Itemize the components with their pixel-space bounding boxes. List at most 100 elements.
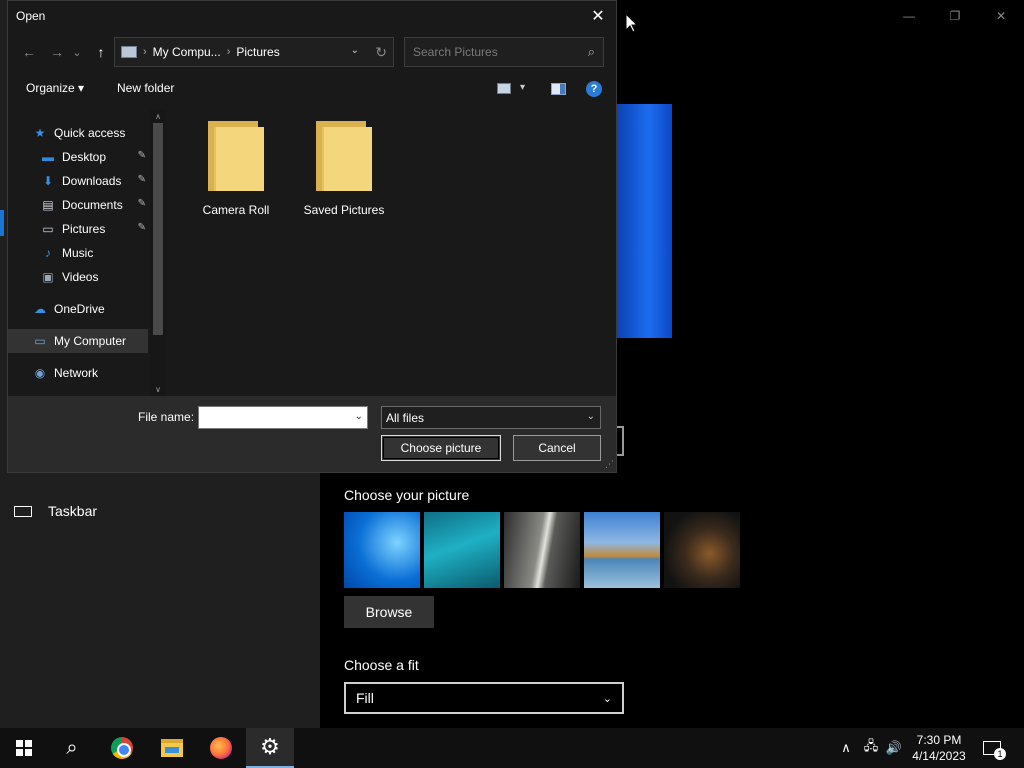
nav-item-label: Downloads xyxy=(62,174,122,188)
forward-arrow-icon[interactable]: → xyxy=(46,41,68,63)
file-type-dropdown[interactable]: All files ⌄ xyxy=(381,406,601,429)
nav-item-videos[interactable]: ▣ Videos xyxy=(40,265,146,289)
new-folder-button[interactable]: New folder xyxy=(117,81,174,95)
chevron-down-icon[interactable]: ⌄ xyxy=(355,411,363,422)
nav-pane-scrollbar[interactable]: ∧ ∨ xyxy=(150,109,166,396)
folder-item[interactable]: Camera Roll xyxy=(186,121,286,217)
desktop: Taskbar — ❐ ✕ Choose your picture Browse… xyxy=(0,0,1024,768)
file-name-label: File name: xyxy=(138,410,195,424)
search-icon: ⌕ xyxy=(587,44,595,59)
thumbnail-beach[interactable] xyxy=(584,512,660,588)
choose-picture-heading: Choose your picture xyxy=(344,487,470,503)
notification-icon: 1 xyxy=(983,741,1006,760)
change-view-icon[interactable] xyxy=(497,83,511,94)
file-name-input[interactable]: ⌄ xyxy=(198,406,368,429)
nav-item-documents[interactable]: ▤ Documents ✎ xyxy=(40,193,146,217)
nav-item-desktop[interactable]: ▬ Desktop ✎ xyxy=(40,145,146,169)
nav-item-network[interactable]: ◉ Network xyxy=(32,361,150,385)
nav-item-quick-access[interactable]: ★ Quick access xyxy=(32,121,150,145)
folder-item[interactable]: Saved Pictures xyxy=(294,121,394,217)
scroll-up-icon[interactable]: ∧ xyxy=(150,109,166,123)
close-icon[interactable]: ✕ xyxy=(584,3,612,29)
computer-icon: ▭ xyxy=(34,334,46,348)
cancel-button[interactable]: Cancel xyxy=(513,435,601,461)
show-hidden-icons[interactable]: ∧ xyxy=(836,728,856,768)
breadcrumb-my-computer[interactable]: My Compu... xyxy=(153,45,221,59)
folder-icon xyxy=(208,121,264,191)
maximize-button[interactable]: ❐ xyxy=(932,4,978,28)
thumbnail-rock[interactable] xyxy=(504,512,580,588)
start-button[interactable] xyxy=(0,728,48,768)
thumbnail-windows[interactable] xyxy=(344,512,420,588)
scroll-thumb[interactable] xyxy=(153,123,163,335)
thumbnail-night-sky[interactable] xyxy=(664,512,740,588)
pin-icon: ✎ xyxy=(137,150,146,161)
desktop-icon: ▬ xyxy=(42,150,54,164)
browse-button[interactable]: Browse xyxy=(344,596,434,628)
resize-grip-icon[interactable]: ⋰ xyxy=(605,459,614,470)
action-center-button[interactable]: 1 xyxy=(980,736,1006,760)
choose-picture-button[interactable]: Choose picture xyxy=(381,435,501,461)
notification-badge: 1 xyxy=(994,748,1006,760)
pictures-icon: ▭ xyxy=(42,222,54,236)
search-icon[interactable]: ⌕ xyxy=(48,728,96,768)
gear-icon: ⚙ xyxy=(260,734,280,759)
nav-item-label: Videos xyxy=(62,270,99,284)
pin-icon: ✎ xyxy=(137,174,146,185)
chrome-icon[interactable] xyxy=(98,728,146,768)
chevron-down-icon[interactable]: ⌄ xyxy=(351,45,359,56)
address-bar[interactable]: › My Compu... › Pictures ⌄ ↻ xyxy=(114,37,394,67)
nav-item-pictures[interactable]: ▭ Pictures ✎ xyxy=(40,217,146,241)
taskbar: ⌕ ⚙ ∧ 🖧 🔊 7:30 PM 4/14/2023 1 xyxy=(0,728,1024,768)
thumbnail-underwater[interactable] xyxy=(424,512,500,588)
preview-pane-icon[interactable] xyxy=(551,83,566,95)
clock[interactable]: 7:30 PM 4/14/2023 xyxy=(912,732,966,764)
file-type-value: All files xyxy=(386,410,425,425)
fit-dropdown[interactable]: Fill ⌄ xyxy=(344,682,624,714)
close-window-button[interactable]: ✕ xyxy=(978,4,1024,28)
clock-time: 7:30 PM xyxy=(916,733,962,747)
windows-logo-icon xyxy=(16,740,32,756)
breadcrumb-separator: › xyxy=(143,46,147,58)
scroll-down-icon[interactable]: ∨ xyxy=(150,382,166,396)
dialog-title: Open xyxy=(16,9,46,23)
nav-item-label: Desktop xyxy=(62,150,107,164)
search-placeholder: Search Pictures xyxy=(413,45,498,59)
nav-item-label: Network xyxy=(54,366,99,380)
cloud-icon: ☁ xyxy=(34,302,46,316)
breadcrumb-pictures[interactable]: Pictures xyxy=(236,45,279,59)
organize-button[interactable]: Organize ▾ xyxy=(26,81,84,95)
navigation-bar: ← → ⌄ ↑ › My Compu... › Pictures ⌄ ↻ Sea… xyxy=(8,37,616,67)
breadcrumb-separator: › xyxy=(226,46,231,58)
choose-fit-heading: Choose a fit xyxy=(344,657,419,673)
music-icon: ♪ xyxy=(45,246,51,260)
network-icon[interactable]: 🖧 xyxy=(860,728,882,768)
up-arrow-icon[interactable]: ↑ xyxy=(90,41,112,63)
file-explorer-icon[interactable] xyxy=(148,728,196,768)
videos-icon: ▣ xyxy=(42,270,54,284)
nav-item-label: Quick access xyxy=(54,126,126,140)
nav-item-music[interactable]: ♪ Music xyxy=(40,241,146,265)
network-icon: ◉ xyxy=(34,366,46,380)
settings-app-button[interactable]: ⚙ xyxy=(246,728,294,768)
back-arrow-icon[interactable]: ← xyxy=(18,41,40,63)
clock-date: 4/14/2023 xyxy=(912,749,966,763)
firefox-icon[interactable] xyxy=(197,728,245,768)
sidebar-item-taskbar[interactable]: Taskbar xyxy=(14,503,97,519)
help-icon[interactable]: ? xyxy=(586,81,602,97)
view-options-dropdown[interactable]: ▾ xyxy=(520,82,525,93)
volume-icon[interactable]: 🔊 xyxy=(884,728,904,768)
search-input[interactable]: Search Pictures ⌕ xyxy=(404,37,604,67)
mouse-pointer-icon xyxy=(626,14,638,33)
chevron-down-icon: ⌄ xyxy=(586,411,595,422)
minimize-button[interactable]: — xyxy=(886,4,932,28)
open-dialog: Open ✕ ← → ⌄ ↑ › My Compu... › Pictures … xyxy=(7,0,617,473)
nav-item-onedrive[interactable]: ☁ OneDrive xyxy=(32,297,150,321)
nav-item-label: Documents xyxy=(62,198,123,212)
refresh-icon[interactable]: ↻ xyxy=(375,44,387,61)
nav-item-downloads[interactable]: ⬇ Downloads ✎ xyxy=(40,169,146,193)
nav-item-my-computer[interactable]: ▭ My Computer xyxy=(8,329,148,353)
recent-locations-icon[interactable]: ⌄ xyxy=(70,41,84,63)
nav-item-label: My Computer xyxy=(54,334,127,348)
computer-icon xyxy=(121,46,137,58)
